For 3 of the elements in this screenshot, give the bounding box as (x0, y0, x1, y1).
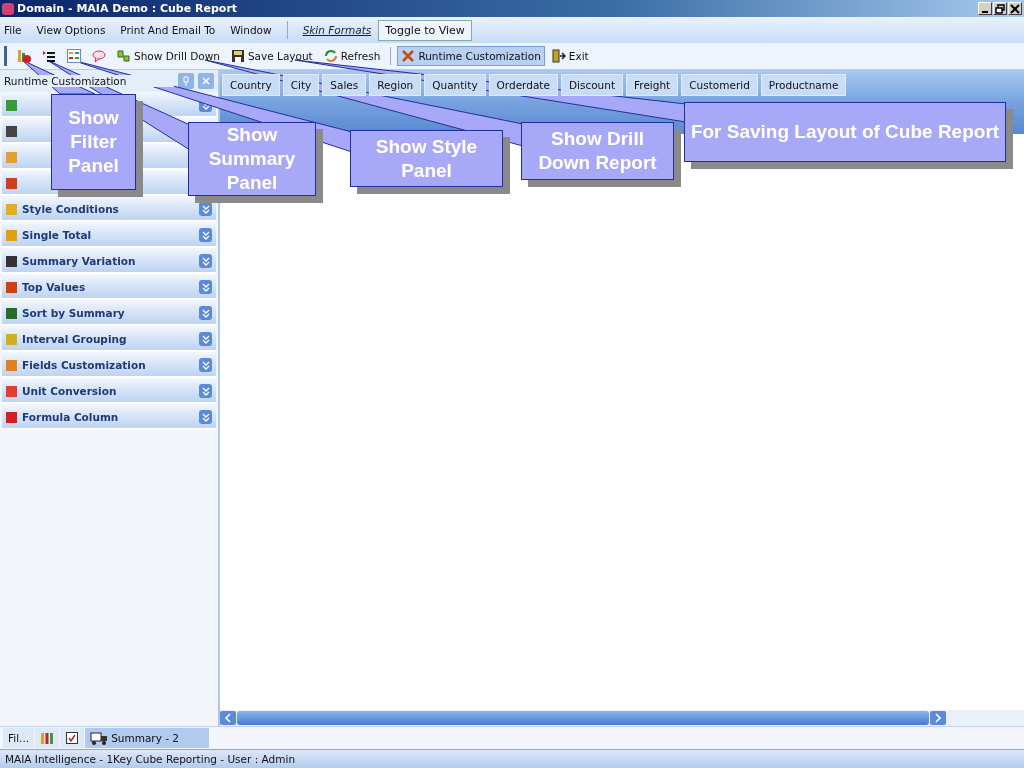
panel-title: Runtime Customization (4, 75, 174, 87)
status-text: MAIA Intelligence - 1Key Cube Reporting - User : Admin (5, 753, 296, 765)
window-title: Domain - MAIA Demo : Cube Report (17, 2, 238, 15)
